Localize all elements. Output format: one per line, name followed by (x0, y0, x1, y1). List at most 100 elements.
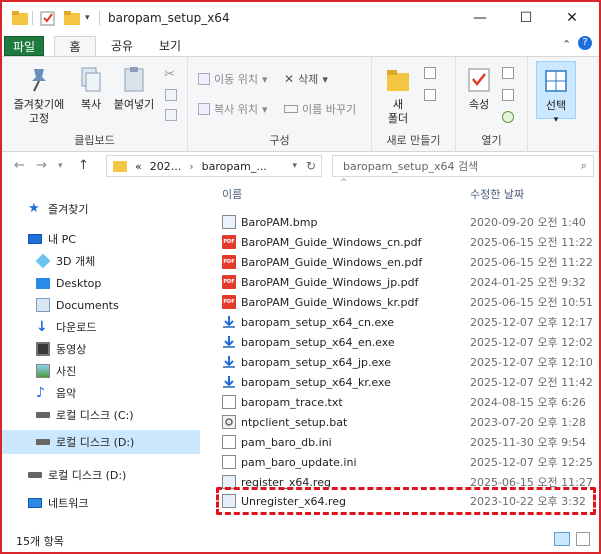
history-icon[interactable] (502, 111, 514, 123)
nav-item-3d-objects[interactable]: 3D 개체 (2, 250, 200, 272)
pdf-file-icon: PDF (222, 235, 236, 249)
item-count: 15개 항목 (16, 535, 64, 548)
music-icon: ♪ (36, 385, 45, 401)
column-header-name[interactable]: 이름 (222, 186, 242, 202)
file-row[interactable]: PDF BaroPAM_Guide_Windows_kr.pdf 2025-06… (208, 292, 599, 312)
copy-button[interactable]: 복사 (74, 65, 108, 112)
nav-item-documents[interactable]: Documents (2, 294, 200, 316)
file-row[interactable]: PDF BaroPAM_Guide_Windows_jp.pdf 2024-01… (208, 272, 599, 292)
copy-to-button[interactable]: 복사 위치 ▾ (198, 101, 268, 117)
tab-view[interactable]: 보기 (150, 36, 190, 56)
sort-caret-icon: ^ (340, 178, 348, 188)
column-header-date[interactable]: 수정한 날짜 (470, 186, 524, 202)
file-row[interactable]: PDF BaroPAM_Guide_Windows_en.pdf 2025-06… (208, 252, 599, 272)
ini-file-icon (222, 455, 236, 469)
pane-splitter[interactable] (200, 180, 201, 528)
tab-file[interactable]: 파일 (4, 36, 44, 56)
new-folder-button[interactable]: 새 폴더 (380, 65, 416, 126)
breadcrumb-crumb-2[interactable]: baropam_... (202, 160, 267, 173)
address-dropdown-icon[interactable]: ▾ (292, 161, 297, 171)
nav-item-drive-d[interactable]: 로컬 디스크 (D:) (2, 464, 200, 486)
nav-item-this-pc[interactable]: 내 PC (2, 228, 200, 250)
quick-access-dropdown-icon[interactable]: ▾ (85, 13, 90, 23)
file-row[interactable]: baropam_setup_x64_jp.exe 2025-12-07 오후 1… (208, 352, 599, 372)
paste-button[interactable]: 붙여넣기 (110, 65, 158, 112)
nav-item-pictures[interactable]: 사진 (2, 360, 200, 382)
address-prefix[interactable]: « (135, 160, 142, 173)
rename-icon (284, 105, 298, 113)
back-button[interactable]: ← (14, 158, 25, 173)
address-bar[interactable]: « 202... › baropam_... ▾ ↻ (106, 155, 322, 177)
large-icons-view-icon[interactable] (576, 532, 590, 546)
help-icon[interactable]: ? (578, 36, 592, 50)
easy-access-icon[interactable] (424, 89, 436, 101)
file-row[interactable]: BaroPAM.bmp 2020-09-20 오전 1:40 (208, 212, 599, 232)
title-bar: ▾ baropam_setup_x64 — ☐ ✕ (2, 2, 599, 36)
quick-access-new-folder-icon[interactable] (64, 11, 80, 25)
search-box[interactable]: baropam_setup_x64 검색 ⌕ (332, 155, 594, 177)
maximize-button[interactable]: ☐ (504, 2, 548, 34)
file-row[interactable]: baropam_setup_x64_cn.exe 2025-12-07 오후 1… (208, 312, 599, 332)
nav-item-videos[interactable]: 동영상 (2, 338, 200, 360)
paste-shortcut-icon[interactable] (165, 109, 177, 121)
file-row[interactable]: PDF BaroPAM_Guide_Windows_cn.pdf 2025-06… (208, 232, 599, 252)
select-button[interactable]: 선택 ▾ (536, 61, 576, 125)
cut-icon[interactable]: ✂ (164, 67, 175, 82)
new-item-icon[interactable] (424, 67, 436, 79)
open-icon[interactable] (502, 67, 514, 79)
group-new: 새 폴더 새로 만들기 (372, 57, 456, 153)
exe-installer-icon (222, 335, 236, 349)
group-open: 속성 열기 (456, 57, 528, 153)
drive-c-icon (36, 412, 50, 418)
nav-item-downloads[interactable]: ↓ 다운로드 (2, 316, 200, 338)
refresh-icon[interactable]: ↻ (306, 159, 316, 173)
search-icon[interactable]: ⌕ (581, 159, 587, 173)
file-row[interactable]: ntpclient_setup.bat 2023-07-20 오후 1:28 (208, 412, 599, 432)
file-row[interactable]: pam_baro_db.ini 2025-11-30 오후 9:54 (208, 432, 599, 452)
file-row-unregister[interactable]: Unregister_x64.reg 2023-10-22 오후 3:32 (208, 491, 599, 511)
tab-share[interactable]: 공유 (102, 36, 142, 56)
select-icon (541, 66, 571, 96)
move-to-icon (198, 73, 210, 85)
pin-to-quick-access-button[interactable]: 즐겨찾기에 고정 (8, 65, 70, 126)
nav-item-quick-access[interactable]: ★ 즐겨찾기 (2, 198, 200, 220)
details-view-icon[interactable] (554, 532, 570, 546)
nav-item-drive-c[interactable]: 로컬 디스크 (C:) (2, 404, 200, 426)
minimize-button[interactable]: — (458, 2, 502, 34)
move-to-button[interactable]: 이동 위치 ▾ (198, 71, 268, 87)
move-to-label: 이동 위치 (214, 73, 258, 86)
file-row[interactable]: register_x64.reg 2025-06-15 오전 11:27 (208, 472, 599, 492)
exe-installer-icon (222, 355, 236, 369)
open-group-label: 열기 (481, 134, 502, 147)
nav-item-drive-d-selected[interactable]: 로컬 디스크 (D:) (2, 430, 200, 454)
up-button[interactable]: ↑ (78, 158, 89, 173)
file-name: Unregister_x64.reg (241, 494, 346, 508)
copy-path-icon[interactable] (165, 89, 177, 101)
nav-item-network[interactable]: 네트워크 (2, 492, 200, 514)
ribbon-collapse-icon[interactable]: ⌃ (562, 38, 571, 51)
close-button[interactable]: ✕ (550, 2, 594, 34)
properties-button[interactable]: 속성 (462, 65, 496, 112)
select-label: 선택 (545, 99, 567, 112)
rename-button[interactable]: 이름 바꾸기 (284, 101, 356, 117)
file-row[interactable]: baropam_setup_x64_kr.exe 2025-12-07 오전 1… (208, 372, 599, 392)
chevron-down-icon: ▾ (261, 72, 268, 86)
nav-item-music[interactable]: ♪ 음악 (2, 382, 200, 404)
exe-installer-icon (222, 315, 236, 329)
file-row[interactable]: baropam_setup_x64_en.exe 2025-12-07 오후 1… (208, 332, 599, 352)
window-title: baropam_setup_x64 (108, 11, 230, 25)
nav-item-desktop[interactable]: Desktop (2, 272, 200, 294)
breadcrumb-crumb-1[interactable]: 202... (150, 160, 182, 173)
properties-icon (464, 65, 494, 95)
file-row[interactable]: baropam_trace.txt 2024-08-15 오후 6:26 (208, 392, 599, 412)
file-row[interactable]: pam_baro_update.ini 2025-12-07 오후 12:25 (208, 452, 599, 472)
forward-button[interactable]: → (36, 158, 47, 173)
edit-icon[interactable] (502, 89, 514, 101)
search-input[interactable]: baropam_setup_x64 검색 (343, 158, 478, 174)
delete-button[interactable]: ✕ 삭제 ▾ (284, 71, 328, 87)
recent-locations-icon[interactable]: ▾ (58, 161, 63, 171)
tab-home[interactable]: 홈 (54, 36, 96, 56)
quick-access-properties-icon[interactable] (40, 10, 56, 26)
group-organize: 이동 위치 ▾ ✕ 삭제 ▾ 복사 위치 ▾ 이름 바꾸기 구성 (188, 57, 372, 153)
navigation-pane: ★ 즐겨찾기 내 PC 3D 개체 Desktop Documents ↓ 다운… (2, 180, 200, 528)
